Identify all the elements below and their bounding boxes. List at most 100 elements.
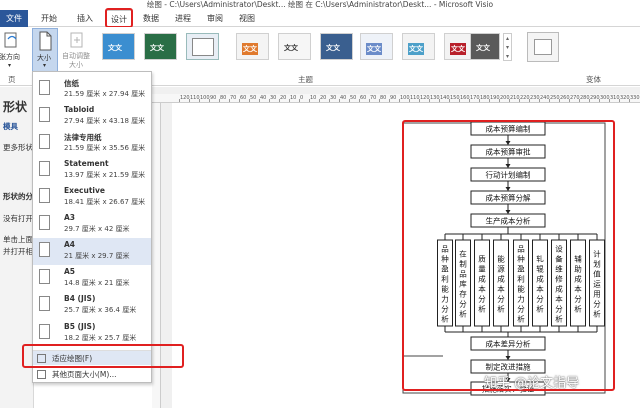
- ruler-tick-label: 20: [320, 95, 327, 101]
- shapes-pane-title: 形状: [3, 100, 28, 114]
- ruler-tick-label: 70: [230, 95, 237, 101]
- theme-option-2[interactable]: 文文: [144, 33, 177, 60]
- page-size-dropdown: 信纸 21.59 厘米 x 27.94 厘米 Tabloid 27.94 厘米 …: [32, 71, 152, 383]
- autosize-label-2: 大小: [69, 61, 83, 69]
- page-thumbnail: [39, 215, 50, 230]
- page-thumbnail: [39, 269, 50, 284]
- ruler-tick-mark: [259, 99, 260, 102]
- ruler-tick-mark: [229, 99, 230, 102]
- group-label-themes: 主题: [298, 75, 313, 84]
- page-size-item-a5[interactable]: A5 14.8 厘米 x 21 厘米: [33, 265, 151, 292]
- page-setup-icon: [37, 370, 46, 379]
- page-thumbnail: [39, 324, 50, 339]
- ruler-tick-mark: [219, 99, 220, 102]
- page-size-name: B4 (JIS): [64, 294, 96, 303]
- page-size-name: A3: [64, 213, 76, 222]
- more-shapes-link[interactable]: 更多形状: [3, 142, 33, 153]
- page-size-dims: 21.59 厘米 x 27.94 厘米: [64, 90, 146, 98]
- ruler-tick-mark: [479, 99, 480, 102]
- theme-option-8[interactable]: 文文: [402, 33, 435, 60]
- ruler-tick-mark: [249, 99, 250, 102]
- page-size-name: Tabloid: [64, 105, 95, 114]
- more-page-sizes-command[interactable]: 其他页面大小(M)...: [33, 367, 151, 381]
- autosize-icon: [70, 32, 83, 48]
- tab-review[interactable]: 审阅: [204, 10, 226, 27]
- page-size-dims: 27.94 厘米 x 43.18 厘米: [64, 117, 146, 125]
- page-size-name: A4: [64, 240, 76, 249]
- ruler-tick-mark: [269, 99, 270, 102]
- tab-home[interactable]: 开始: [38, 10, 60, 27]
- ruler-tick-mark: [339, 99, 340, 102]
- page-size-item-legal[interactable]: 法律专用纸 21.59 厘米 x 35.56 厘米: [33, 130, 151, 157]
- shapes-pane-text-3: 单击上面: [3, 235, 33, 244]
- ruler-tick-label: 10: [290, 95, 297, 101]
- window-title: 绘图 - C:\Users\Administrator\Deskt... 绘图 …: [146, 0, 494, 9]
- tab-process[interactable]: 进程: [172, 10, 194, 27]
- ruler-tick-mark: [579, 99, 580, 102]
- tab-insert[interactable]: 插入: [74, 10, 96, 27]
- page-size-item-a4[interactable]: A4 21 厘米 x 29.7 厘米: [33, 238, 151, 265]
- ruler-tick-label: 80: [380, 95, 387, 101]
- ruler-tick-mark: [499, 99, 500, 102]
- theme-gallery-scroll[interactable]: ▴ ▾ ▾: [503, 33, 512, 61]
- ruler-tick-mark: [609, 99, 610, 102]
- ruler-tick-mark: [179, 99, 180, 102]
- ruler-tick-mark: [429, 99, 430, 102]
- ruler-tick-mark: [299, 99, 300, 102]
- ruler-tick-label: 50: [250, 95, 257, 101]
- autosize-button[interactable]: 自动调整 大小: [62, 29, 92, 73]
- tab-file[interactable]: 文件: [0, 10, 28, 27]
- stencils-tab[interactable]: 模具: [3, 121, 18, 132]
- ruler-tick-mark: [209, 99, 210, 102]
- ruler-tick-mark: [419, 99, 420, 102]
- orientation-label: 纸张方向: [0, 53, 20, 61]
- page-size-name: 信纸: [64, 79, 79, 88]
- ruler-tick-mark: [619, 99, 620, 102]
- more-page-sizes-label: 其他页面大小(M)...: [52, 370, 117, 379]
- ruler-tick-label: 30: [270, 95, 277, 101]
- tab-data[interactable]: 数据: [140, 10, 162, 27]
- ruler-tick-mark: [559, 99, 560, 102]
- page-size-item-statement[interactable]: Statement 13.97 厘米 x 21.59 厘米: [33, 157, 151, 184]
- orientation-button[interactable]: 纸张方向 ▾: [0, 29, 22, 73]
- ruler-tick-label: 70: [370, 95, 377, 101]
- shapes-pane-text-2: 没有打开: [3, 214, 33, 223]
- theme-option-1[interactable]: 文文: [102, 33, 135, 60]
- ruler-tick-mark: [329, 99, 330, 102]
- theme-option-4[interactable]: 文文: [236, 33, 269, 60]
- page-size-item-letter[interactable]: 信纸 21.59 厘米 x 27.94 厘米: [33, 76, 151, 103]
- page-size-dims: 18.2 厘米 x 25.7 厘米: [64, 334, 137, 342]
- theme-option-6[interactable]: 文文: [320, 33, 353, 60]
- ruler-tick-mark: [519, 99, 520, 102]
- page-thumbnail: [39, 296, 50, 311]
- page-size-dims: 29.7 厘米 x 42 厘米: [64, 225, 130, 233]
- size-button[interactable]: 大小 ▾: [32, 28, 58, 72]
- ruler-tick-mark: [189, 99, 190, 102]
- page-size-item-executive[interactable]: Executive 18.41 厘米 x 26.67 厘米: [33, 184, 151, 211]
- variant-option-1[interactable]: [527, 32, 559, 62]
- ruler-tick-mark: [509, 99, 510, 102]
- shapes-pane-text-4: 并打开相: [3, 247, 33, 256]
- page-size-item-a3[interactable]: A3 29.7 厘米 x 42 厘米: [33, 211, 151, 238]
- ruler-tick-mark: [399, 99, 400, 102]
- theme-option-3[interactable]: [186, 33, 219, 60]
- page-size-item-b5-jis[interactable]: B5 (JIS) 18.2 厘米 x 25.7 厘米: [33, 320, 151, 347]
- page-thumbnail: [39, 80, 50, 95]
- page-size-icon: [39, 31, 52, 51]
- page-size-item-b4-jis[interactable]: B4 (JIS) 25.7 厘米 x 36.4 厘米: [33, 292, 151, 319]
- tab-view[interactable]: 视图: [236, 10, 258, 27]
- page-size-item-tabloid[interactable]: Tabloid 27.94 厘米 x 43.18 厘米: [33, 103, 151, 130]
- ruler-tick-label: 40: [260, 95, 267, 101]
- theme-option-7[interactable]: 文文: [360, 33, 393, 60]
- ruler-tick-label: 0: [300, 95, 304, 101]
- page-size-dims: 21 厘米 x 29.7 厘米: [64, 252, 130, 260]
- ruler-tick-label: 60: [360, 95, 367, 101]
- theme-option-10[interactable]: 文文: [470, 33, 500, 60]
- ruler-tick-mark: [549, 99, 550, 102]
- theme-option-5[interactable]: 文文: [278, 33, 311, 60]
- title-bar: 绘图 - C:\Users\Administrator\Deskt... 绘图 …: [0, 0, 640, 10]
- ruler-tick-mark: [359, 99, 360, 102]
- page-thumbnail: [39, 107, 50, 122]
- ruler-tick-mark: [379, 99, 380, 102]
- ribbon-tabs: 文件 开始 插入 设计 数据 进程 审阅 视图: [0, 10, 640, 28]
